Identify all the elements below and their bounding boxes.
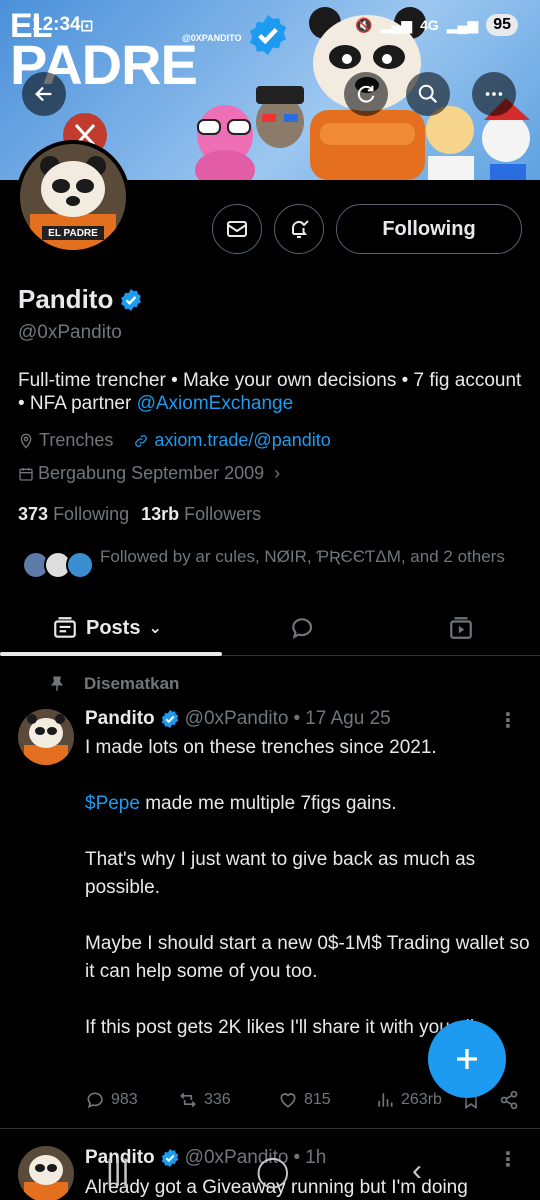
compose-button[interactable] — [428, 1020, 506, 1098]
cashtag-link[interactable]: $Pepe — [85, 793, 140, 814]
more-button[interactable] — [472, 72, 516, 116]
verified-badge-icon — [161, 709, 178, 729]
refresh-icon — [357, 85, 375, 103]
mute-icon: 🔇 — [355, 16, 373, 33]
chevron-right-icon: › — [274, 463, 281, 483]
tab-replies[interactable] — [289, 608, 315, 648]
status-time: 12:34 — [32, 14, 81, 35]
repost-button[interactable]: 336 — [178, 1090, 231, 1110]
mail-icon — [227, 221, 247, 237]
verified-badge-icon — [121, 288, 142, 311]
post-author[interactable]: Pandito — [85, 708, 155, 730]
following-button[interactable]: Following — [336, 204, 522, 254]
avatar-label: EL PADRE — [48, 228, 98, 239]
profile-name: Pandito — [18, 284, 143, 315]
repost-icon — [180, 1092, 196, 1108]
reply-icon — [87, 1092, 103, 1109]
views-button[interactable]: 263rb — [375, 1090, 442, 1110]
views-icon — [378, 1093, 393, 1107]
more-icon — [485, 92, 503, 96]
like-button[interactable]: 815 — [278, 1090, 331, 1110]
bio-mention-link[interactable]: @AxiomExchange — [137, 393, 294, 414]
notifications-button[interactable] — [274, 204, 324, 254]
search-icon — [418, 84, 438, 104]
following-count-link[interactable]: 373 Following — [18, 504, 129, 525]
display-name: Pandito — [18, 284, 114, 314]
tab-media[interactable] — [448, 608, 474, 648]
follower-avatars — [22, 545, 100, 581]
followed-by[interactable]: Followed by ar cules, NØIR, ƤƦЄЄƬΔM, and… — [22, 545, 522, 581]
reply-button[interactable]: 983 — [85, 1090, 138, 1110]
status-bar: 12:34 ⊡ 🔇 ▂▄▆ 4G ▂▄▆ 95 — [0, 12, 540, 40]
back-button[interactable] — [22, 72, 66, 116]
share-button[interactable] — [499, 1090, 519, 1110]
home-icon[interactable]: ◯ — [256, 1154, 290, 1189]
pinned-label: Disematkan — [48, 674, 179, 694]
post-divider — [0, 1128, 540, 1129]
battery-level: 95 — [486, 14, 518, 36]
follower-avatar — [66, 551, 94, 579]
location-pin-icon — [20, 433, 32, 449]
profile-avatar[interactable]: EL PADRE — [16, 140, 130, 254]
followed-by-text: Followed by ar cules, NØIR, ƤƦЄЄƬΔM, and… — [100, 547, 505, 566]
follow-counts: 373 Following 13rb Followers — [18, 504, 261, 525]
link-icon — [135, 434, 148, 447]
share-icon — [500, 1090, 518, 1110]
post-more-icon[interactable]: ⋮ — [498, 708, 518, 733]
post-header: Pandito @0xPandito • 17 Agu 25 — [85, 708, 391, 730]
location: Trenches — [18, 430, 113, 451]
post-time: 17 Agu 25 — [305, 708, 391, 729]
back-arrow-icon — [35, 86, 52, 102]
message-button[interactable] — [212, 204, 262, 254]
reply-icon — [292, 618, 313, 639]
profile-bio: Full-time trencher • Make your own decis… — [18, 369, 523, 415]
active-tab-indicator — [0, 652, 222, 656]
profile-username: @0xPandito — [18, 322, 122, 343]
post-avatar[interactable] — [18, 709, 74, 765]
panda-avatar-illustration — [18, 709, 74, 765]
recent-apps-icon[interactable]: ||| — [106, 1154, 129, 1188]
pin-icon — [51, 676, 63, 691]
refresh-button[interactable] — [344, 72, 388, 116]
system-navigation-bar: ||| ◯ ‹ — [0, 1148, 540, 1200]
profile-meta: Trenches axiom.trade/@pandito — [18, 430, 331, 451]
media-icon — [450, 617, 472, 639]
back-nav-icon[interactable]: ‹ — [412, 1154, 422, 1188]
post-text: I made lots on these trenches since 2021… — [85, 737, 530, 1038]
post-handle: @0xPandito — [184, 708, 289, 729]
heart-icon — [280, 1093, 296, 1108]
signal-icon-2: ▂▄▆ — [446, 16, 479, 33]
posts-icon — [54, 617, 76, 638]
bell-check-icon — [291, 220, 309, 238]
chevron-down-icon: ⌄ — [148, 620, 162, 637]
profile-tabs: Posts ⌄ — [0, 600, 540, 656]
search-button[interactable] — [406, 72, 450, 116]
followers-count-link[interactable]: 13rb Followers — [141, 504, 261, 525]
signal-icon: ▂▄▆ — [380, 16, 413, 33]
joined-date[interactable]: Bergabung September 2009 › — [18, 463, 280, 484]
plus-icon — [457, 1049, 477, 1069]
network-type: 4G — [420, 17, 439, 33]
website-link[interactable]: axiom.trade/@pandito — [133, 430, 331, 451]
calendar-icon — [19, 467, 33, 481]
tab-posts[interactable]: Posts ⌄ — [52, 608, 162, 648]
screenshot-icon: ⊡ — [80, 18, 94, 35]
